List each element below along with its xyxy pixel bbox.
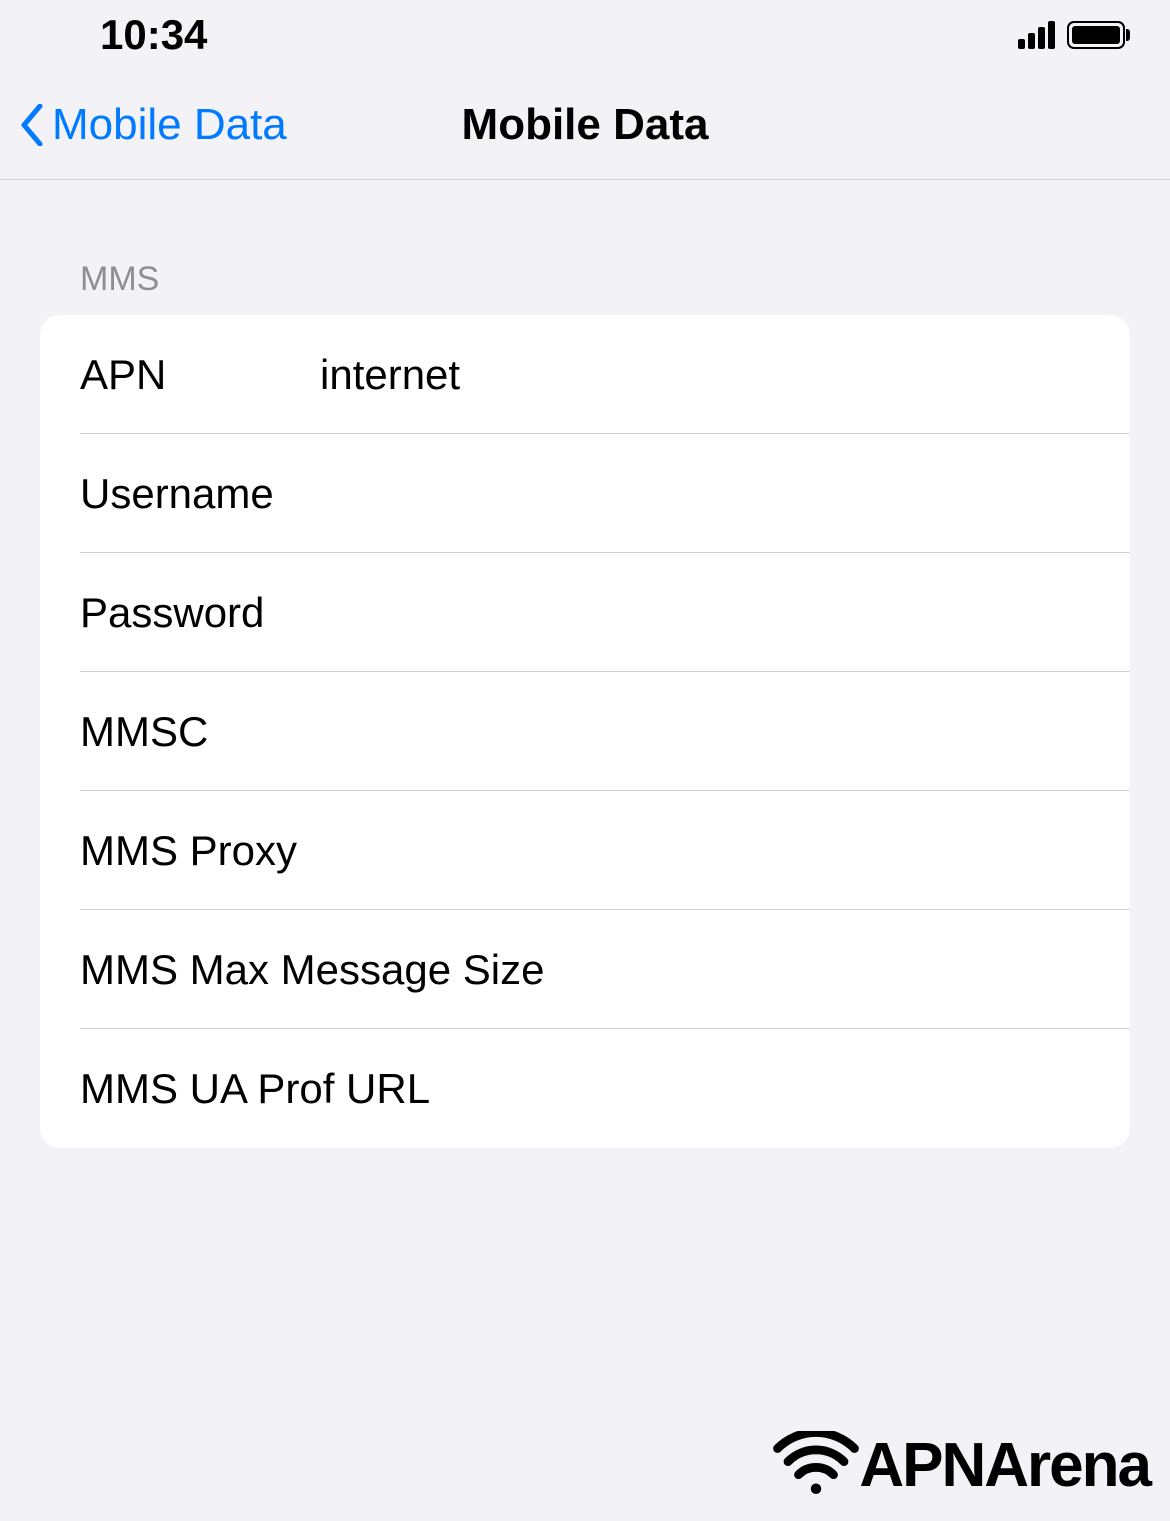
wifi-icon (771, 1431, 861, 1501)
apn-input[interactable] (320, 351, 1090, 399)
section-header: MMS (40, 260, 1130, 299)
mms-ua-prof-row[interactable]: MMS UA Prof URL (40, 1029, 1130, 1148)
status-indicators (1018, 21, 1130, 49)
mms-max-size-input[interactable] (544, 946, 1090, 994)
username-row[interactable]: Username (40, 434, 1130, 553)
mms-max-size-label: MMS Max Message Size (80, 946, 544, 994)
mms-proxy-label: MMS Proxy (80, 827, 320, 875)
password-label: Password (80, 589, 320, 637)
mmsc-label: MMSC (80, 708, 320, 756)
mms-max-size-row[interactable]: MMS Max Message Size (40, 910, 1130, 1029)
apn-label: APN (80, 351, 320, 399)
content-area: MMS APN Username Password MMSC (0, 180, 1170, 1148)
status-bar: 10:34 (0, 0, 1170, 70)
mmsc-row[interactable]: MMSC (40, 672, 1130, 791)
back-button-label: Mobile Data (52, 100, 287, 150)
page-title: Mobile Data (462, 100, 709, 150)
apn-row[interactable]: APN (40, 315, 1130, 434)
back-button[interactable]: Mobile Data (20, 100, 287, 150)
battery-icon (1067, 21, 1130, 49)
username-input[interactable] (320, 470, 1090, 518)
mmsc-input[interactable] (320, 708, 1090, 756)
password-row[interactable]: Password (40, 553, 1130, 672)
username-label: Username (80, 470, 320, 518)
footer-logo-text: APNArena (859, 1430, 1150, 1501)
cellular-signal-icon (1018, 21, 1055, 49)
status-time: 10:34 (100, 11, 207, 59)
mms-ua-prof-label: MMS UA Prof URL (80, 1065, 430, 1113)
mms-settings-group: APN Username Password MMSC MMS Proxy (40, 315, 1130, 1148)
mms-proxy-row[interactable]: MMS Proxy (40, 791, 1130, 910)
mms-ua-prof-input[interactable] (430, 1065, 1090, 1113)
chevron-left-icon (20, 104, 44, 146)
footer-logo: APNArena (771, 1430, 1150, 1501)
mms-proxy-input[interactable] (320, 827, 1090, 875)
navigation-bar: Mobile Data Mobile Data (0, 70, 1170, 180)
password-input[interactable] (320, 589, 1090, 637)
